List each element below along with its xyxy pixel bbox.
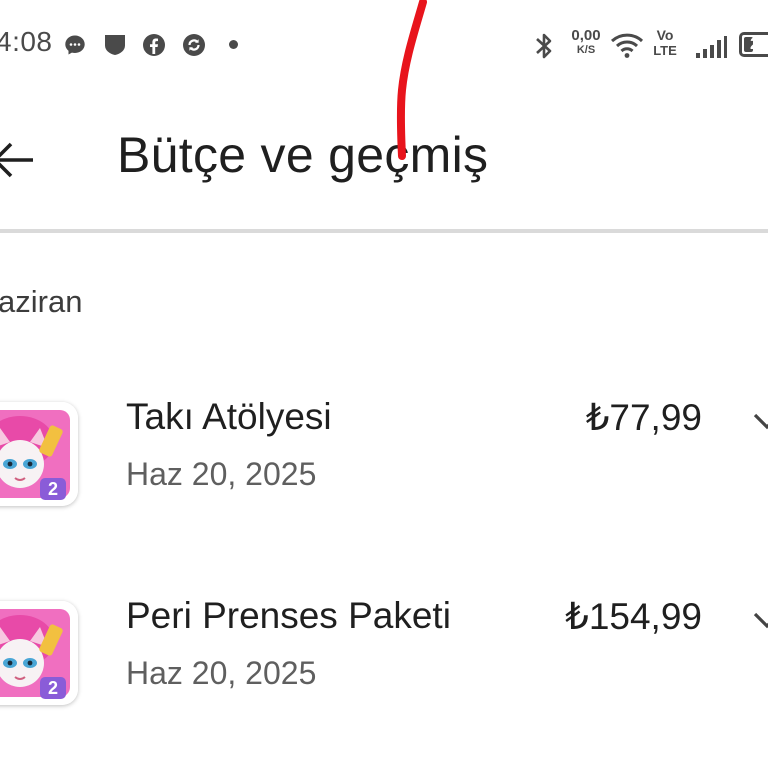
volte-line2: LTE: [653, 43, 677, 58]
status-bar: 4:08 0,00 K/S Vo LTE 29: [0, 0, 768, 92]
app-thumbnail-icon: 2: [0, 601, 78, 705]
app-thumb-badge: 2: [48, 479, 58, 499]
volte-indicator: Vo LTE: [650, 28, 680, 57]
page-title: Bütçe ve geçmiş: [117, 127, 489, 183]
network-speed-value: 0,00: [571, 27, 601, 44]
purchase-item-price: ₺154,99: [565, 596, 702, 637]
sync-icon: [182, 33, 206, 57]
battery-percent: 29: [750, 34, 768, 53]
month-header: aziran: [0, 284, 83, 319]
volte-line1: Vo: [656, 27, 674, 43]
network-speed-unit: K/S: [576, 44, 596, 56]
purchase-item-title: Peri Prenses Paketi: [126, 595, 451, 636]
app-thumbnail-icon: 2: [0, 402, 78, 506]
messenger-icon: [63, 33, 87, 57]
purchase-item-date: Haz 20, 2025: [126, 456, 317, 492]
facebook-icon: [142, 33, 166, 57]
chevron-down-icon[interactable]: [752, 605, 768, 635]
purchase-row[interactable]: 2 Takı Atölyesi Haz 20, 2025 ₺77,99: [0, 392, 768, 542]
arrow-back-icon: [0, 142, 33, 178]
more-notifications-dot: [229, 40, 238, 49]
chevron-down-icon[interactable]: [752, 406, 768, 436]
shield-icon: [103, 33, 127, 57]
purchase-item-title: Takı Atölyesi: [126, 396, 332, 437]
battery-icon: 29: [739, 32, 768, 57]
purchase-row[interactable]: 2 Peri Prenses Paketi Haz 20, 2025 ₺154,…: [0, 591, 768, 741]
network-speed: 0,00 K/S: [566, 28, 606, 56]
bluetooth-icon: [532, 31, 556, 61]
purchase-item-date: Haz 20, 2025: [126, 655, 317, 691]
status-time: 4:08: [0, 26, 53, 57]
app-thumb-badge: 2: [48, 678, 58, 698]
back-button[interactable]: [0, 132, 42, 188]
purchase-item-price: ₺77,99: [585, 397, 702, 438]
app-bar: Bütçe ve geçmiş: [0, 92, 768, 232]
app-bar-divider: [0, 229, 768, 233]
wifi-icon: [610, 30, 644, 60]
cellular-signal-icon: [695, 36, 727, 58]
purchase-history-screen: 4:08 0,00 K/S Vo LTE 29 Bütçe ve geçmiş …: [0, 0, 768, 768]
